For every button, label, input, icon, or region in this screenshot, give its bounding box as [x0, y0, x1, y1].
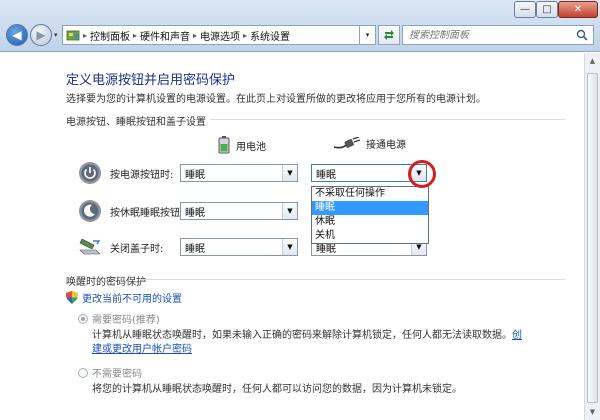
- breadcrumb-hardware-sound[interactable]: 硬件和声音: [140, 28, 190, 43]
- dropdown-list[interactable]: 不采取任何操作 睡眠 休眠 关机: [311, 186, 429, 244]
- sleep-button-battery-select[interactable]: 睡眠 ▼: [180, 202, 298, 220]
- scroll-down-arrow-icon[interactable]: ▼: [587, 406, 598, 418]
- page-description: 选择要为您的计算机设置的电源设置。在此页上对设置所做的更改将应用于您所有的电源计…: [66, 94, 486, 105]
- address-dropdown-chevron-icon[interactable]: ▾: [360, 25, 376, 45]
- breadcrumb-system-settings[interactable]: 系统设置: [250, 28, 290, 43]
- breadcrumb-power-options[interactable]: 电源选项: [200, 28, 240, 43]
- radio-label: 需要密码(推荐): [92, 315, 160, 326]
- battery-icon: [218, 136, 230, 154]
- change-settings-link[interactable]: 更改当前不可用的设置: [66, 290, 182, 305]
- require-password-description: 计算机从睡眠状态唤醒时，如果未输入正确的密码来解除计算机锁定，任何人都无法读取数…: [92, 330, 522, 341]
- section-heading-power-buttons: 电源按钮、睡眠按钮和盖子设置: [66, 117, 206, 128]
- minimize-button[interactable]: —: [514, 1, 536, 18]
- dropdown-option-sleep[interactable]: 睡眠: [312, 201, 428, 215]
- dropdown-option-do-nothing[interactable]: 不采取任何操作: [312, 187, 428, 201]
- breadcrumb-control-panel[interactable]: 控制面板: [90, 28, 130, 43]
- power-button-icon: [79, 162, 101, 184]
- select-value: 睡眠: [316, 169, 336, 181]
- setting-row-power-button: 按电源按钮时: 睡眠 ▼ 睡眠 ▼: [78, 161, 438, 185]
- sleep-button-icon: [79, 200, 101, 222]
- close-button[interactable]: ✕: [558, 1, 598, 18]
- maximize-button[interactable]: □: [536, 1, 558, 18]
- refresh-icon: [384, 30, 394, 40]
- scrollbar-thumb[interactable]: [587, 73, 598, 403]
- shield-icon: [66, 291, 78, 304]
- control-panel-icon: [66, 29, 80, 41]
- page-title: 定义电源按钮并启用密码保护: [66, 73, 236, 88]
- title-bar: — □ ✕ ◀ ▶ ▾ ▸ 控制面板 ▸ 硬件和声音 ▸ 电源选项 ▸ 系统设置…: [0, 0, 600, 52]
- radio-require-password[interactable]: 需要密码(推荐): [78, 311, 160, 326]
- create-password-link-line2[interactable]: 建或更改用户帐户密码: [92, 340, 192, 355]
- setting-label: 关闭盖子时:: [110, 244, 164, 255]
- no-password-description: 将您的计算机从睡眠状态唤醒时，任何人都可以访问您的数据，因为计算机未锁定。: [92, 384, 462, 395]
- create-password-link[interactable]: 创: [512, 330, 522, 341]
- column-header-plugged-in-label: 接通电源: [366, 140, 406, 151]
- address-bar[interactable]: ▸ 控制面板 ▸ 硬件和声音 ▸ 电源选项 ▸ 系统设置: [62, 25, 360, 45]
- breadcrumb-separator: ▸: [83, 30, 88, 40]
- column-header-plugged-in: 接通电源: [334, 136, 406, 151]
- recent-pages-chevron-icon[interactable]: ▾: [54, 31, 58, 39]
- select-value: 睡眠: [185, 243, 205, 255]
- setting-label: 按电源按钮时:: [110, 170, 174, 181]
- radio-button[interactable]: [78, 367, 88, 378]
- dropdown-option-shut-down[interactable]: 关机: [312, 229, 428, 243]
- breadcrumb-separator: ▸: [243, 30, 248, 40]
- search-box[interactable]: [402, 25, 594, 45]
- power-button-battery-select[interactable]: 睡眠 ▼: [180, 164, 298, 182]
- vertical-scrollbar[interactable]: ▲ ▼: [584, 53, 600, 420]
- content-pane: 定义电源按钮并启用密码保护 选择要为您的计算机设置的电源设置。在此页上对设置所做…: [0, 53, 584, 420]
- chevron-down-icon[interactable]: ▼: [282, 203, 297, 219]
- close-lid-battery-select[interactable]: 睡眠 ▼: [180, 238, 298, 256]
- divider: [210, 119, 565, 120]
- search-input[interactable]: [409, 29, 569, 41]
- divider: [140, 279, 565, 280]
- search-icon[interactable]: [576, 29, 588, 44]
- select-value: 睡眠: [185, 169, 205, 181]
- scroll-up-arrow-icon[interactable]: ▲: [587, 55, 598, 67]
- laptop-lid-icon: [79, 238, 101, 255]
- chevron-down-icon[interactable]: ▼: [282, 239, 297, 255]
- column-header-battery: 用电池: [218, 136, 266, 154]
- select-value: 睡眠: [185, 207, 205, 219]
- chevron-down-icon[interactable]: ▼: [282, 165, 297, 181]
- breadcrumb-separator: ▸: [193, 30, 198, 40]
- refresh-button[interactable]: [378, 25, 400, 45]
- breadcrumb-separator: ▸: [133, 30, 138, 40]
- change-settings-label[interactable]: 更改当前不可用的设置: [82, 290, 182, 305]
- back-button[interactable]: ◀: [6, 24, 28, 46]
- forward-button[interactable]: ▶: [30, 24, 52, 46]
- radio-button[interactable]: [78, 313, 88, 324]
- power-plug-icon: [334, 136, 360, 148]
- column-header-battery-label: 用电池: [236, 141, 266, 153]
- radio-no-password[interactable]: 不需要密码: [78, 365, 142, 380]
- dropdown-option-hibernate[interactable]: 休眠: [312, 215, 428, 229]
- radio-label: 不需要密码: [92, 369, 142, 380]
- section-heading-password: 唤醒时的密码保护: [66, 277, 146, 288]
- annotation-circle: [408, 160, 436, 188]
